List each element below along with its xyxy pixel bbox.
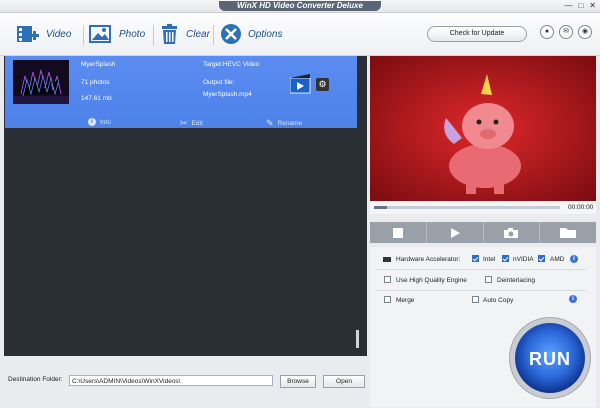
folder-icon (560, 228, 577, 238)
play-button[interactable] (427, 222, 484, 243)
amd-label: AMD (550, 256, 565, 263)
camera-icon (504, 227, 519, 238)
preview-image (370, 56, 596, 201)
toolbar-divider (153, 25, 154, 45)
minimize-button[interactable]: — (564, 1, 572, 10)
video-preview (370, 56, 596, 201)
file-name: MyerSplash (81, 61, 116, 68)
maximize-button[interactable]: □ (578, 1, 583, 10)
merge-label: Merge (396, 297, 415, 304)
deinterlacing-label: Deinterlacing (497, 277, 535, 284)
stop-button[interactable] (370, 222, 427, 243)
check-update-button[interactable]: Check for Update (427, 26, 527, 42)
thumbnail-image (13, 60, 69, 104)
destination-path-input[interactable]: C:\Users\ADMIN\Videos\WinXVideos\ (69, 375, 273, 386)
playback-progress[interactable]: 00:00:00 (370, 201, 596, 214)
photo-add-icon (89, 25, 111, 43)
edit-button[interactable]: ✂ Edit (180, 118, 203, 129)
hardware-info-icon[interactable]: i (570, 255, 578, 263)
video-add-icon (17, 26, 39, 42)
add-video-button[interactable]: Video (16, 23, 71, 45)
info-button[interactable]: i Info (88, 118, 111, 126)
photo-count: 71 photos (81, 79, 110, 86)
toolbar-divider (83, 25, 84, 45)
open-button[interactable]: Open (323, 375, 365, 388)
high-quality-label: Use High Quality Engine (396, 277, 467, 284)
merge-checkbox[interactable] (384, 296, 391, 303)
intel-label: Intel (483, 256, 496, 263)
stop-icon (392, 227, 403, 238)
deinterlacing-checkbox[interactable] (485, 276, 492, 283)
options-info-icon[interactable]: i (569, 295, 577, 303)
file-thumbnail (13, 60, 69, 104)
photo-label: Photo (119, 28, 146, 40)
destination-label: Destination Folder: (8, 376, 63, 383)
window-title: WinX HD Video Converter Deluxe (219, 1, 381, 11)
target-format-icon[interactable] (289, 74, 312, 96)
output-label: Output file: (203, 79, 235, 86)
edit-label: Edit (191, 120, 203, 127)
run-button[interactable]: RUN (515, 323, 585, 393)
amd-checkbox[interactable] (538, 255, 545, 262)
rename-label: Rename (277, 120, 303, 127)
globe-icon[interactable]: ◉ (578, 25, 592, 39)
auto-copy-label: Auto Copy (483, 297, 514, 304)
output-file: MyerSplash.mp4 (203, 91, 252, 98)
chip-icon (383, 257, 391, 262)
progress-fill (374, 206, 388, 209)
title-bar: WinX HD Video Converter Deluxe — □ ✕ (0, 0, 600, 13)
browse-button[interactable]: Browse (280, 375, 316, 388)
progress-track[interactable] (374, 206, 560, 209)
intel-checkbox[interactable] (472, 255, 479, 262)
pencil-icon: ✎ (266, 118, 274, 128)
nvidia-checkbox[interactable] (502, 255, 509, 262)
settings-gear-icon[interactable]: ⚙ (316, 78, 329, 91)
options-label: Options (248, 28, 283, 40)
clear-button[interactable]: Clear (160, 23, 210, 45)
close-button[interactable]: ✕ (589, 1, 596, 10)
info-icon: i (88, 118, 96, 126)
user-icon[interactable]: ● (540, 25, 554, 39)
rename-button[interactable]: ✎ Rename (266, 118, 302, 129)
snapshot-button[interactable] (484, 222, 541, 243)
player-controls (370, 222, 596, 243)
mail-icon[interactable]: ✉ (559, 25, 573, 39)
nvidia-label: nVIDIA (513, 256, 534, 263)
hardware-accelerator-label: Hardware Accelerator: (396, 256, 461, 263)
options-divider (376, 290, 586, 291)
auto-copy-checkbox[interactable] (472, 296, 479, 303)
wrench-icon (221, 24, 241, 44)
clear-label: Clear (186, 28, 210, 40)
file-size: 147.61 mb (81, 95, 112, 102)
target-format: Target:HEVC Video (203, 61, 260, 68)
toolbar-divider (213, 25, 214, 45)
playback-time: 00:00:00 (568, 204, 594, 211)
open-folder-button[interactable] (540, 222, 596, 243)
video-label: Video (46, 28, 72, 40)
add-photo-button[interactable]: Photo (89, 23, 145, 45)
high-quality-checkbox[interactable] (384, 276, 391, 283)
options-button[interactable]: Options (220, 23, 282, 45)
play-icon (450, 227, 460, 238)
window-controls: — □ ✕ (564, 1, 596, 10)
options-divider (376, 269, 586, 270)
run-label: RUN (529, 349, 571, 369)
trash-icon (162, 24, 177, 44)
info-label: Info (100, 118, 111, 126)
toolbar: Video Photo Clear Options Check for Upda… (0, 13, 600, 56)
scissors-icon: ✂ (180, 118, 188, 128)
list-scrollbar[interactable] (356, 330, 359, 348)
